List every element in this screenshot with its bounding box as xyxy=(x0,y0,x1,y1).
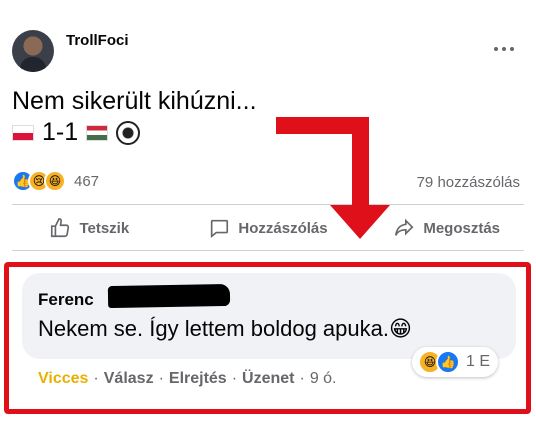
comment-actions: Vicces · Válasz · Elrejtés · Üzenet · 9 … xyxy=(38,370,337,388)
like-reaction-icon: 👍 xyxy=(436,350,460,374)
reply-link[interactable]: Válasz xyxy=(104,370,154,388)
comment-author[interactable]: Ferenc xyxy=(38,290,94,310)
divider xyxy=(12,204,524,205)
comment-label: Hozzászólás xyxy=(238,219,328,237)
football-icon xyxy=(116,120,141,145)
redacted-surname xyxy=(107,283,231,309)
comment-reactions[interactable]: 😆 👍 1 E xyxy=(412,347,499,377)
reaction-count: 467 xyxy=(74,172,100,190)
more-icon[interactable] xyxy=(494,44,518,54)
post-actions: Tetszik Hozzászólás Megosztás xyxy=(0,208,536,248)
red-arrow-head xyxy=(330,205,390,239)
vicces-reaction-link[interactable]: Vicces xyxy=(38,370,88,388)
like-button[interactable]: Tetszik xyxy=(0,208,179,248)
red-arrow-shaft-vertical xyxy=(352,117,369,212)
comment-reaction-count: 1 E xyxy=(466,353,491,370)
comments-count[interactable]: 79 hozzászólás xyxy=(417,174,520,191)
like-icon xyxy=(51,218,70,238)
facebook-post: TrollFoci Nem sikerült kihúzni... 1-1 👍 … xyxy=(0,0,536,441)
score: 1-1 xyxy=(42,118,79,146)
avatar[interactable] xyxy=(12,30,54,72)
post-reactions[interactable]: 👍 😢 😆 467 xyxy=(12,170,99,192)
message-link[interactable]: Üzenet xyxy=(242,370,294,388)
share-label: Megosztás xyxy=(423,219,501,237)
comment-text: Nekem se. Így lettem boldog apuka.😁 xyxy=(38,316,412,341)
like-label: Tetszik xyxy=(79,219,130,237)
haha-reaction-icon: 😆 xyxy=(44,170,66,192)
share-icon xyxy=(395,218,414,236)
comment-timestamp[interactable]: 9 ó. xyxy=(310,370,337,388)
divider xyxy=(12,250,524,251)
score-line: 1-1 xyxy=(12,118,141,147)
hungary-flag-icon xyxy=(86,124,109,141)
hide-link[interactable]: Elrejtés xyxy=(169,370,227,388)
poland-flag-icon xyxy=(12,124,34,141)
page-name[interactable]: TrollFoci xyxy=(66,32,129,49)
post-text: Nem sikerült kihúzni... xyxy=(12,87,257,115)
comment-icon xyxy=(211,219,229,238)
